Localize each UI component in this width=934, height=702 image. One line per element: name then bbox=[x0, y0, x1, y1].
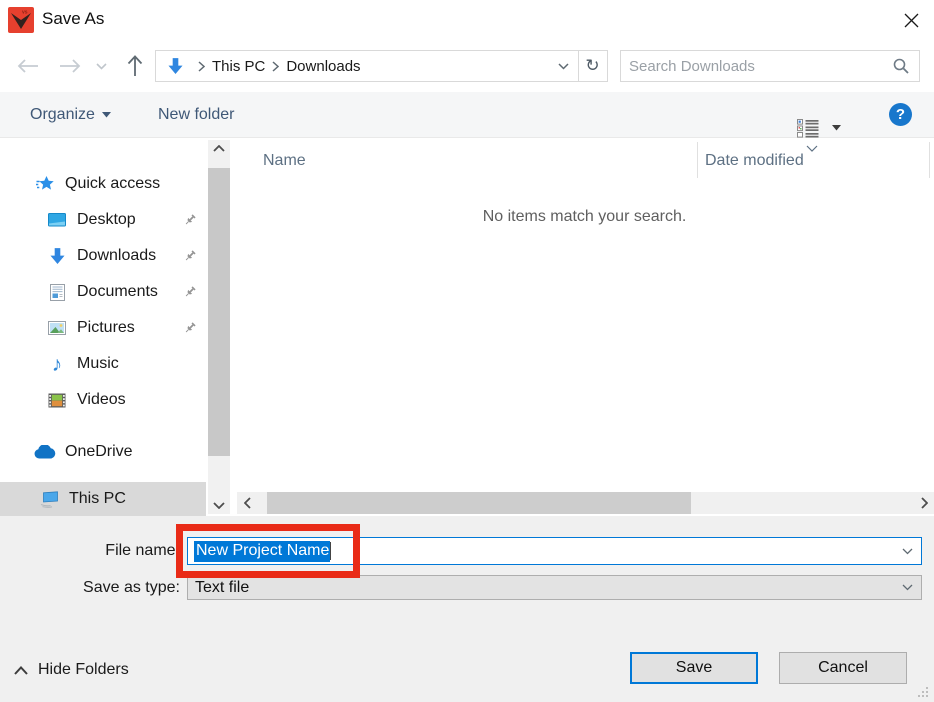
documents-icon bbox=[46, 283, 68, 301]
address-dropdown-icon[interactable] bbox=[549, 51, 578, 81]
sidebar-item-onedrive[interactable]: OneDrive bbox=[0, 434, 206, 470]
caret-down-icon bbox=[832, 125, 841, 131]
empty-folder-message: No items match your search. bbox=[482, 208, 687, 225]
sidebar-item-videos[interactable]: Videos bbox=[0, 382, 206, 418]
breadcrumb-separator-icon bbox=[269, 60, 282, 72]
scroll-down-icon[interactable] bbox=[208, 497, 230, 514]
videos-icon bbox=[46, 393, 68, 408]
quick-access-star-icon bbox=[34, 175, 56, 193]
music-note-icon: ♪ bbox=[51, 352, 63, 376]
forward-icon[interactable] bbox=[56, 54, 84, 78]
refresh-icon[interactable]: ↻ bbox=[578, 50, 608, 82]
file-name-selected-text: New Project Name bbox=[194, 540, 331, 562]
hide-folders-button[interactable]: Hide Folders bbox=[14, 661, 129, 679]
window-title: Save As bbox=[42, 9, 105, 28]
file-name-input[interactable]: New Project Name bbox=[187, 537, 922, 565]
title-bar: vs Save As bbox=[0, 0, 934, 40]
pictures-icon bbox=[46, 321, 68, 335]
back-icon[interactable] bbox=[14, 54, 42, 78]
sidebar-label: Music bbox=[77, 355, 119, 372]
breadcrumb-this-pc[interactable]: This PC bbox=[208, 58, 269, 75]
desktop-icon bbox=[46, 213, 68, 227]
column-header-name[interactable]: Name bbox=[263, 152, 306, 170]
organize-button[interactable]: Organize bbox=[30, 92, 111, 138]
scrollbar-thumb[interactable] bbox=[267, 492, 691, 514]
sidebar-item-quick-access[interactable]: Quick access bbox=[0, 166, 206, 202]
cancel-button[interactable]: Cancel bbox=[779, 652, 907, 684]
sidebar-label: OneDrive bbox=[65, 443, 133, 460]
column-header-date-modified[interactable]: Date modified bbox=[705, 152, 804, 170]
caret-down-icon bbox=[101, 112, 111, 118]
this-pc-icon bbox=[38, 490, 60, 508]
pin-icon bbox=[183, 285, 197, 304]
scrollbar-thumb[interactable] bbox=[208, 168, 230, 456]
sidebar-label: Documents bbox=[77, 283, 158, 300]
svg-text:vs: vs bbox=[22, 10, 28, 16]
sidebar-item-pictures[interactable]: Pictures bbox=[0, 310, 206, 346]
search-input[interactable] bbox=[621, 51, 883, 81]
scroll-up-icon[interactable] bbox=[208, 140, 230, 157]
history-chevron-icon[interactable] bbox=[92, 58, 110, 74]
organize-label: Organize bbox=[30, 106, 95, 123]
sidebar-label: Downloads bbox=[77, 247, 157, 264]
sidebar-label: Videos bbox=[77, 391, 126, 408]
search-icon[interactable] bbox=[883, 58, 919, 74]
save-as-type-label: Save as type: bbox=[83, 579, 180, 596]
save-as-type-select[interactable]: Text file bbox=[187, 575, 922, 600]
sidebar-label: This PC bbox=[69, 490, 126, 507]
sidebar-item-desktop[interactable]: Desktop bbox=[0, 202, 206, 238]
app-logo-icon: vs bbox=[8, 7, 34, 33]
breadcrumb-separator-icon bbox=[195, 60, 208, 72]
sidebar-item-this-pc[interactable]: This PC bbox=[0, 482, 206, 516]
save-as-type-value: Text file bbox=[195, 578, 250, 596]
sidebar-item-downloads[interactable]: Downloads bbox=[0, 238, 206, 274]
column-divider[interactable] bbox=[697, 142, 698, 178]
new-folder-label: New folder bbox=[158, 106, 235, 123]
pin-icon bbox=[183, 213, 197, 232]
close-icon[interactable] bbox=[898, 8, 924, 32]
scroll-left-icon[interactable] bbox=[237, 492, 257, 514]
downloads-icon bbox=[46, 247, 68, 265]
save-button[interactable]: Save bbox=[630, 652, 758, 684]
help-icon[interactable]: ? bbox=[889, 103, 912, 126]
chevron-up-icon bbox=[14, 665, 28, 675]
downloads-folder-icon bbox=[164, 57, 186, 75]
hide-folders-label: Hide Folders bbox=[38, 661, 129, 678]
resize-grip-icon[interactable] bbox=[917, 686, 929, 698]
address-bar[interactable]: This PC Downloads bbox=[155, 50, 579, 82]
search-box[interactable] bbox=[620, 50, 920, 82]
horizontal-scrollbar[interactable] bbox=[237, 492, 934, 514]
save-as-dialog: vs Save As This PC Downloads ↻ Search Do… bbox=[0, 0, 934, 702]
onedrive-cloud-icon bbox=[34, 445, 56, 459]
footer-panel: File name: New Project Name Save as type… bbox=[0, 516, 934, 702]
sidebar-item-documents[interactable]: Documents bbox=[0, 274, 206, 310]
text-caret bbox=[330, 542, 332, 560]
breadcrumb-downloads[interactable]: Downloads bbox=[282, 58, 364, 75]
sidebar-label: Quick access bbox=[65, 175, 161, 192]
sidebar-scrollbar[interactable] bbox=[208, 140, 230, 514]
sidebar-item-music[interactable]: ♪ Music bbox=[0, 346, 206, 382]
column-filter-chevron-icon[interactable] bbox=[806, 139, 818, 157]
column-divider[interactable] bbox=[929, 142, 930, 178]
sidebar-label: Desktop bbox=[77, 211, 136, 228]
scroll-right-icon[interactable] bbox=[914, 492, 934, 514]
details-view-icon bbox=[797, 118, 819, 138]
up-icon[interactable] bbox=[122, 52, 148, 80]
sidebar-label: Pictures bbox=[77, 319, 135, 336]
pin-icon bbox=[183, 249, 197, 268]
command-toolbar: Organize New folder bbox=[0, 92, 934, 138]
save-as-type-dropdown-icon[interactable] bbox=[894, 584, 921, 591]
content-area: Quick access Desktop Downloads Documents… bbox=[0, 138, 934, 516]
new-folder-button[interactable]: New folder bbox=[158, 92, 234, 138]
file-name-dropdown-icon[interactable] bbox=[894, 548, 921, 555]
file-name-label: File name: bbox=[105, 542, 180, 559]
pin-icon bbox=[183, 321, 197, 340]
